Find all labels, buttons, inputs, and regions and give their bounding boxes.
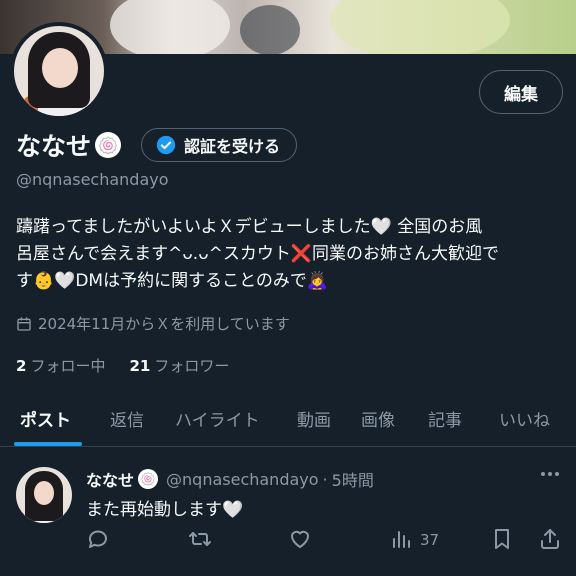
bio-line: 呂屋さんで会えます^ᴗ.ᴗ^スカウト❌同業のお姉さん大歓迎で	[16, 244, 500, 264]
post-text: また再始動します🤍	[86, 500, 244, 520]
post-author-handle[interactable]: @nqnasechandayo	[166, 470, 319, 489]
display-name: ななせ	[16, 132, 92, 161]
post-time[interactable]: 5時間	[332, 467, 374, 491]
reply-icon[interactable]	[86, 527, 110, 551]
bio-line: す👶🤍DMは予約に関することのみで🙇‍♀️	[16, 271, 329, 291]
bio-line: 躊躇ってましたがいよいよＸデビューしました🤍 全国のお風	[16, 217, 483, 237]
bookmark-icon[interactable]	[490, 527, 514, 551]
views-icon[interactable]	[390, 527, 414, 551]
verified-check-icon	[156, 135, 176, 155]
views-count: 37	[420, 531, 440, 549]
post-actions: 37	[0, 527, 576, 557]
avatar-face	[42, 48, 78, 88]
calendar-icon	[17, 316, 31, 331]
tab-articles[interactable]: 記事	[428, 406, 462, 431]
get-verified-button[interactable]: 認証を受ける	[141, 128, 298, 162]
joined-date: 2024年11月からＸを利用しています	[16, 313, 290, 334]
post-name-emoji: 🍥	[138, 469, 159, 489]
post-header: ななせ 🍥 @nqnasechandayo · 5時間	[86, 467, 374, 491]
tab-replies[interactable]: 返信	[110, 406, 144, 431]
more-options-icon[interactable]	[540, 471, 560, 477]
active-tab-indicator	[14, 442, 82, 446]
tab-posts[interactable]: ポスト	[20, 406, 71, 431]
post-author-name[interactable]: ななせ	[86, 467, 134, 491]
share-icon[interactable]	[538, 527, 562, 551]
avatar-face	[34, 481, 54, 505]
tab-videos[interactable]: 動画	[297, 406, 331, 431]
post-meta-dot: ·	[322, 469, 328, 489]
profile-handle: @nqnasechandayo	[16, 170, 169, 189]
edit-profile-button[interactable]: 編集	[479, 70, 563, 114]
profile-tabs: ポスト 返信 ハイライト 動画 画像 記事 いいね	[0, 396, 576, 447]
banner-shape	[240, 5, 300, 54]
tab-highlights[interactable]: ハイライト	[175, 406, 260, 431]
post-item[interactable]: ななせ 🍥 @nqnasechandayo · 5時間 また再始動します🤍 37	[0, 447, 576, 576]
profile-bio: 躊躇ってましたがいよいよＸデビューしました🤍 全国のお風 呂屋さんで会えます^ᴗ…	[16, 214, 564, 295]
tab-likes[interactable]: いいね	[499, 406, 550, 431]
followers-label: フォロワー	[154, 357, 230, 375]
following-label: フォロー中	[30, 357, 106, 375]
followers-link[interactable]: 21 フォロワー	[129, 355, 229, 376]
get-verified-label: 認証を受ける	[184, 137, 281, 156]
follow-stats: 2 フォロー中 21 フォロワー	[16, 355, 229, 376]
banner-shape	[110, 0, 230, 54]
like-icon[interactable]	[288, 527, 312, 551]
name-row: ななせ 🍥 認証を受ける	[16, 127, 298, 163]
repost-icon[interactable]	[188, 527, 212, 551]
banner-shape	[330, 0, 510, 54]
post-avatar[interactable]	[16, 467, 72, 523]
profile-avatar[interactable]	[10, 22, 108, 120]
tab-images[interactable]: 画像	[361, 406, 395, 431]
following-count: 2	[16, 357, 27, 375]
following-link[interactable]: 2 フォロー中	[16, 355, 105, 376]
joined-label: 2024年11月からＸを利用しています	[38, 315, 290, 333]
followers-count: 21	[129, 357, 151, 375]
name-emoji: 🍥	[95, 132, 122, 158]
